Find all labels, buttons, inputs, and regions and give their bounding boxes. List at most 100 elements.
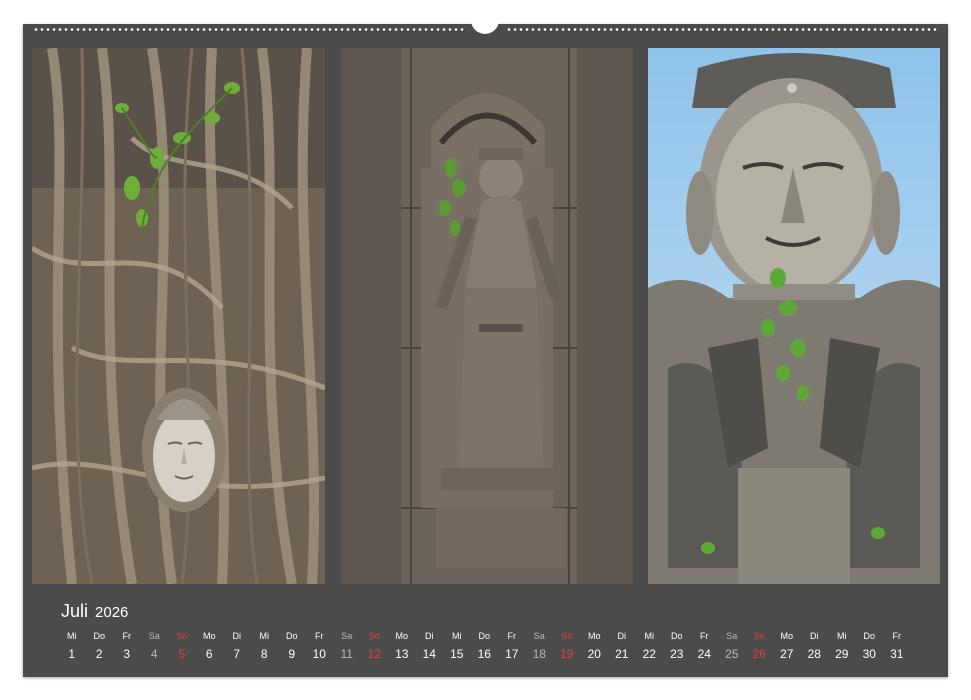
- weekday-label: Do: [285, 631, 298, 641]
- day-cell: Sa 25: [718, 630, 746, 662]
- day-number: 9: [288, 647, 296, 661]
- weekday-label: Mi: [452, 631, 462, 641]
- day-number: 7: [233, 647, 241, 661]
- calendar-page: Juli 2026 Mi 1 Do 2 Fr 3 Sa 4 So 5 Mo 6 Di 7 Mi 8 Do 9 Fr 1…: [23, 14, 948, 677]
- day-number: 16: [477, 647, 491, 661]
- weekday-label: So: [561, 631, 573, 641]
- photo-buddha-statue: [648, 48, 940, 584]
- weekday-label: So: [368, 631, 380, 641]
- day-cell: Do 30: [856, 630, 884, 662]
- photo-buddha-head-roots: [32, 48, 325, 584]
- photo-buddha-statue-image: [648, 48, 940, 584]
- day-cell: Mi 1: [58, 630, 86, 662]
- day-cell: Mi 29: [828, 630, 856, 662]
- weekday-label: Mi: [644, 631, 655, 641]
- weekday-label: Di: [810, 631, 819, 641]
- day-cell: Mi 8: [251, 630, 279, 662]
- calendar-strip: Juli 2026 Mi 1 Do 2 Fr 3 Sa 4 So 5 Mo 6 Di 7 Mi 8 Do 9 Fr 1…: [23, 596, 948, 677]
- day-number: 27: [780, 647, 794, 661]
- day-cell: So 12: [361, 630, 389, 662]
- day-number: 24: [697, 647, 711, 661]
- day-number: 28: [807, 647, 821, 661]
- day-number: 5: [178, 647, 186, 661]
- day-number: 21: [615, 647, 629, 661]
- weekday-label: Sa: [726, 631, 738, 641]
- weekday-label: Fr: [892, 631, 902, 641]
- month-name: Juli: [61, 601, 89, 621]
- day-cell: Do 23: [663, 630, 691, 662]
- binding-dots-right: [505, 27, 938, 31]
- photo-stone-relief: [341, 48, 633, 584]
- day-number: 31: [890, 647, 904, 661]
- weekday-label: Mi: [259, 631, 270, 641]
- day-number: 26: [752, 647, 766, 661]
- weekday-label: So: [753, 631, 765, 641]
- day-number: 23: [670, 647, 684, 661]
- day-cell: Di 21: [608, 630, 636, 662]
- day-cell: Di 14: [416, 630, 444, 662]
- day-cell: Sa 18: [526, 630, 554, 662]
- day-number: 13: [395, 647, 409, 661]
- day-cell: Di 7: [223, 630, 251, 662]
- month-title: Juli 2026: [61, 601, 128, 622]
- day-cell: Do 2: [86, 630, 114, 662]
- weekday-label: Mo: [202, 631, 216, 641]
- day-number: 29: [835, 647, 849, 661]
- day-number: 12: [367, 647, 381, 661]
- day-number: 2: [95, 647, 103, 661]
- day-number: 20: [587, 647, 601, 661]
- day-number: 3: [123, 647, 131, 661]
- day-cell: Fr 24: [691, 630, 719, 662]
- day-number: 17: [505, 647, 519, 661]
- day-cell: Sa 4: [141, 630, 169, 662]
- day-cell: Mo 13: [388, 630, 416, 662]
- day-cell: Fr 31: [883, 630, 911, 662]
- weekday-label: Mo: [395, 631, 408, 641]
- day-number: 4: [150, 647, 158, 661]
- day-number: 15: [450, 647, 464, 661]
- day-cell: So 26: [746, 630, 774, 662]
- day-cell: Sa 11: [333, 630, 361, 662]
- day-cell: Mo 27: [773, 630, 801, 662]
- weekday-label: Sa: [341, 631, 353, 641]
- weekday-label: Do: [863, 631, 875, 641]
- weekday-label: Di: [425, 631, 434, 641]
- weekday-label: Fr: [122, 631, 132, 641]
- weekday-label: Mo: [587, 631, 601, 641]
- photo-buddha-head-roots-image: [32, 48, 325, 584]
- day-number: 18: [532, 647, 546, 661]
- day-number: 1: [68, 647, 76, 661]
- weekday-label: Do: [93, 631, 105, 641]
- day-cell: Fr 10: [306, 630, 334, 662]
- day-number: 25: [725, 647, 739, 661]
- weekday-label: Do: [670, 631, 683, 641]
- weekday-label: Fr: [315, 631, 324, 641]
- weekday-label: Fr: [507, 631, 517, 641]
- weekday-label: Sa: [148, 631, 160, 641]
- weekday-label: Fr: [700, 631, 709, 641]
- weekday-label: Sa: [533, 631, 545, 641]
- day-cell: Do 16: [471, 630, 499, 662]
- day-number: 10: [312, 647, 326, 661]
- day-number: 6: [205, 647, 213, 661]
- day-number: 19: [560, 647, 574, 661]
- day-cell: Fr 17: [498, 630, 526, 662]
- day-cell: So 19: [553, 630, 581, 662]
- day-number: 14: [422, 647, 436, 661]
- weekday-label: Do: [478, 631, 490, 641]
- day-cell: Do 9: [278, 630, 306, 662]
- weekday-label: Mi: [837, 631, 847, 641]
- day-number: 11: [340, 647, 353, 661]
- weekday-label: Di: [232, 631, 242, 641]
- day-cell: So 5: [168, 630, 196, 662]
- day-cell: Mi 15: [443, 630, 471, 662]
- day-number: 8: [260, 647, 268, 661]
- photo-stone-relief-image: [341, 48, 633, 584]
- day-number: 30: [862, 647, 876, 661]
- month-year: 2026: [95, 604, 129, 621]
- weekday-label: Di: [617, 631, 627, 641]
- day-row: Mi 1 Do 2 Fr 3 Sa 4 So 5 Mo 6 Di 7 Mi 8 Do 9 Fr 10 Sa 11 So 12 M…: [58, 630, 911, 662]
- day-number: 22: [642, 647, 656, 661]
- day-cell: Fr 3: [113, 630, 141, 662]
- weekday-label: Mo: [780, 631, 793, 641]
